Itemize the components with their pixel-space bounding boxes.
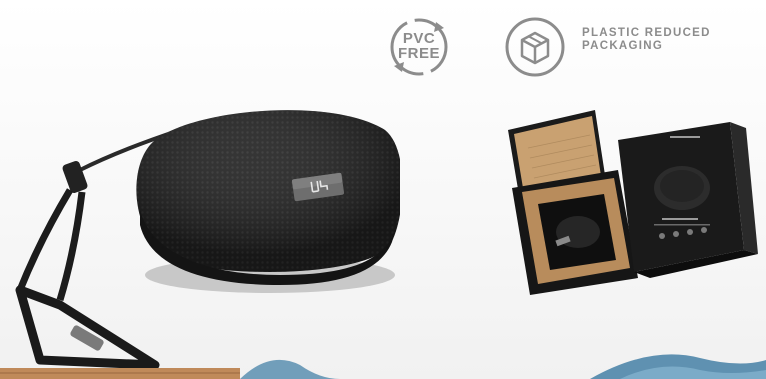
packaging-label: PACKAGING <box>582 40 664 52</box>
plastic-reduced-badge: PLASTIC REDUCED PACKAGING <box>502 14 762 80</box>
open-box-icon <box>505 17 565 77</box>
pvc-label: PVC <box>402 30 436 47</box>
water-splash-strip <box>0 354 766 379</box>
packaging-illustration <box>508 110 758 295</box>
speaker-illustration <box>15 110 400 370</box>
pvc-free-badge: PVC FREE <box>386 14 452 80</box>
product-scene: PVC FREE PLASTIC REDUCED PACKAGING <box>0 0 766 379</box>
plastic-reduced-label: PLASTIC REDUCED <box>582 27 711 39</box>
free-label: FREE <box>397 45 440 62</box>
